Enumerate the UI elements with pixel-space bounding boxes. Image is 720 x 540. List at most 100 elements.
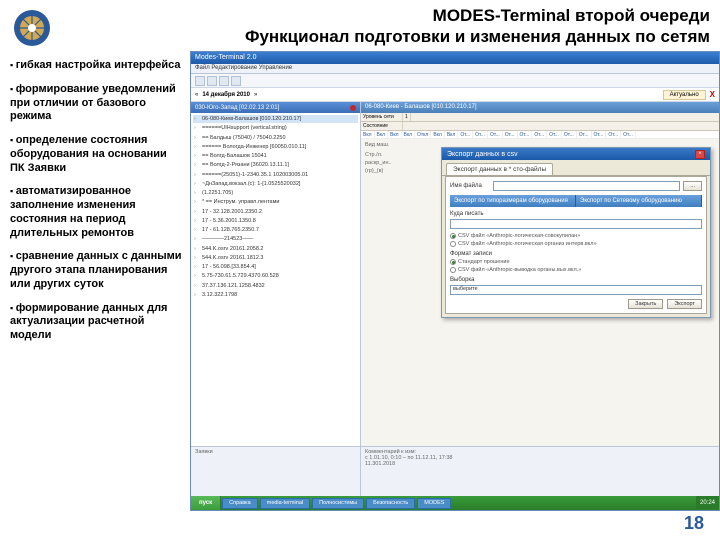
close-tab-icon[interactable]: X <box>710 90 715 99</box>
grid-state-label: Состояние <box>361 122 403 130</box>
export-button[interactable]: Экспорт <box>667 299 702 309</box>
comment-value: 11.301.2018 <box>365 461 715 467</box>
dialog-tab-export[interactable]: Экспорт данных в * сто-файлы <box>446 163 553 175</box>
tree-item[interactable]: ›544.K.osrv 20161.2058.2 <box>193 245 358 253</box>
radio-option[interactable]: CSV файл «Anthropic-выводка органы.вых.в… <box>450 267 702 273</box>
start-button[interactable]: пуск <box>191 496 221 510</box>
tree-item[interactable]: ›* == Инструм. управл.лентами <box>193 198 358 206</box>
taskbar-item[interactable]: MODES <box>417 498 451 509</box>
left-pane-title: 030-Юго-Запад [02.02.13 2:01] <box>195 105 279 111</box>
clock: 20:24 <box>700 500 715 506</box>
company-logo <box>12 8 52 48</box>
current-date[interactable]: 14 декабря 2010 <box>202 92 250 98</box>
radio-option[interactable]: Стандарт прошение <box>450 259 702 265</box>
tree-item[interactable]: ›06-080-Киев-Балашов [010.120.210.17] <box>193 115 358 123</box>
cancel-button[interactable]: Закрыть <box>628 299 663 309</box>
where-label: Куда писать <box>450 211 702 217</box>
grid-header: Уровень сети 1 <box>361 113 719 122</box>
bullet-item: автоматизированное заполнение изменения … <box>10 185 184 240</box>
tree-item[interactable]: ›17 - 61.128.765.2350.7 <box>193 226 358 234</box>
browse-button[interactable]: ... <box>683 181 702 191</box>
date-navigation: « 14 декабря 2010 » Актуально X <box>191 88 719 102</box>
state-cell[interactable]: От... <box>547 131 562 138</box>
nav-prev-icon[interactable]: « <box>195 92 198 98</box>
tree-item[interactable]: ›————214523—— <box>193 235 358 243</box>
state-cell[interactable]: От... <box>606 131 621 138</box>
tree-item[interactable]: ›======UIHsupport (vertical.string) <box>193 124 358 132</box>
tree-item[interactable]: ›====== Вологда-Инженер [60050.010.11] <box>193 143 358 151</box>
taskbar-item[interactable]: Безопасность <box>366 498 415 509</box>
filename-input[interactable] <box>493 181 680 191</box>
tree-item[interactable]: ›== Балдыш (75040) / 75040.2250 <box>193 134 358 142</box>
dialog-title: Экспорт данных в csv <box>447 151 518 158</box>
bullet-item: гибкая настройка интерфейса <box>10 59 184 73</box>
tree-item[interactable]: ›544.K.osrv 20161.1812.3 <box>193 254 358 262</box>
state-cell[interactable]: От... <box>488 131 503 138</box>
radio-option[interactable]: CSV файл «Anthropic-логическая организ и… <box>450 241 702 247</box>
state-cell[interactable]: Вкл <box>375 131 389 138</box>
state-cell[interactable]: От... <box>592 131 607 138</box>
nav-next-icon[interactable]: » <box>254 92 257 98</box>
tree-item[interactable]: ›======(25051)-1-2340.35.1 102003005.01 <box>193 171 358 179</box>
tree-item[interactable]: ›== Волгд-2-Рязани [36020.13.11.1] <box>193 161 358 169</box>
slide-title-1: MODES-Terminal второй очереди <box>60 6 710 26</box>
state-cell[interactable]: Вкл <box>402 131 416 138</box>
state-cell[interactable]: От... <box>473 131 488 138</box>
state-cell[interactable]: От... <box>503 131 518 138</box>
taskbar-item[interactable]: media-terminal <box>260 498 310 509</box>
where-input[interactable] <box>450 219 702 229</box>
state-cell[interactable]: От... <box>577 131 592 138</box>
tree-item[interactable]: ›== Волгд-Балашов 15041 <box>193 152 358 160</box>
state-cell[interactable]: От... <box>518 131 533 138</box>
tree-item[interactable]: ›37.37.136.121.1258.4832 <box>193 282 358 290</box>
page-number: 18 <box>684 513 704 534</box>
tree-item[interactable]: ›~ДнЗапад.вокзал.(с): 1-[1.0525520032] <box>193 180 358 188</box>
state-cell[interactable]: Вкл <box>388 131 402 138</box>
tree-item[interactable]: ›5.75-730.61.5.729.4370.60.528 <box>193 272 358 280</box>
state-cell[interactable]: От... <box>532 131 547 138</box>
radio-icon <box>450 267 456 273</box>
toolbar-button[interactable] <box>207 76 217 86</box>
tree-item[interactable]: ›17 - 32.128.2001.2350.2 <box>193 208 358 216</box>
taskbar-item[interactable]: Полносистемы <box>312 498 364 509</box>
state-cell[interactable]: Вкл <box>431 131 445 138</box>
subtab-by-network[interactable]: Экспорт по Сетевому оборудованию <box>576 195 702 207</box>
app-screenshot: Modes-Terminal 2.0 Файл Редактирование У… <box>190 51 720 511</box>
menubar[interactable]: Файл Редактирование Управление <box>191 64 719 74</box>
state-cell[interactable]: От... <box>458 131 473 138</box>
radio-icon <box>450 241 456 247</box>
system-tray[interactable]: 20:24 <box>696 496 719 510</box>
toolbar-button[interactable] <box>219 76 229 86</box>
toolbar <box>191 74 719 88</box>
tree-item[interactable]: ›3.12.322.1798 <box>193 291 358 299</box>
tab-current[interactable]: Актуально <box>663 90 706 100</box>
state-cell[interactable]: Вкл <box>445 131 459 138</box>
state-cell[interactable]: От... <box>621 131 636 138</box>
filename-label: Имя файла <box>450 183 490 189</box>
subtab-by-type[interactable]: Экспорт по типоразмерам оборудования <box>450 195 576 207</box>
tree-item[interactable]: ›(1.2251.705) <box>193 189 358 197</box>
alert-indicator-icon <box>350 105 356 111</box>
bullet-item: формирование данных для актуализации рас… <box>10 302 184 343</box>
tree-item[interactable]: ›17 - 5.36.2001.1350.8 <box>193 217 358 225</box>
close-icon[interactable]: × <box>695 150 705 159</box>
toolbar-button[interactable] <box>231 76 241 86</box>
radio-option[interactable]: CSV файл «Anthropic-логическая-совокупил… <box>450 233 702 239</box>
bullet-item: сравнение данных с данными другого этапа… <box>10 250 184 291</box>
bullet-item: формирование уведомлений при отличии от … <box>10 83 184 124</box>
bullet-item: определение состояния оборудования на ос… <box>10 134 184 175</box>
grid-level-label: Уровень сети <box>361 113 403 121</box>
toolbar-button[interactable] <box>195 76 205 86</box>
state-cell[interactable]: От... <box>562 131 577 138</box>
state-cell[interactable]: Откл <box>415 131 431 138</box>
tree-item[interactable]: ›17 - 56.098.[33.854.4] <box>193 263 358 271</box>
taskbar-item[interactable]: Справка <box>222 498 258 509</box>
bullet-sidebar: гибкая настройка интерфейса формирование… <box>0 51 190 511</box>
window-titlebar: Modes-Terminal 2.0 <box>191 52 719 64</box>
radio-icon <box>450 233 456 239</box>
state-row: ВклВклВклВклОтклВклВклОт...От...От...От.… <box>361 131 719 139</box>
selection-input[interactable]: выберите <box>450 285 702 295</box>
state-cell[interactable]: Вкл <box>361 131 375 138</box>
left-pane-header: 030-Юго-Запад [02.02.13 2:01] <box>191 102 360 113</box>
bottom-panel: Заявки Комментарий к изм: с 1.01.10, 0:1… <box>191 446 719 496</box>
